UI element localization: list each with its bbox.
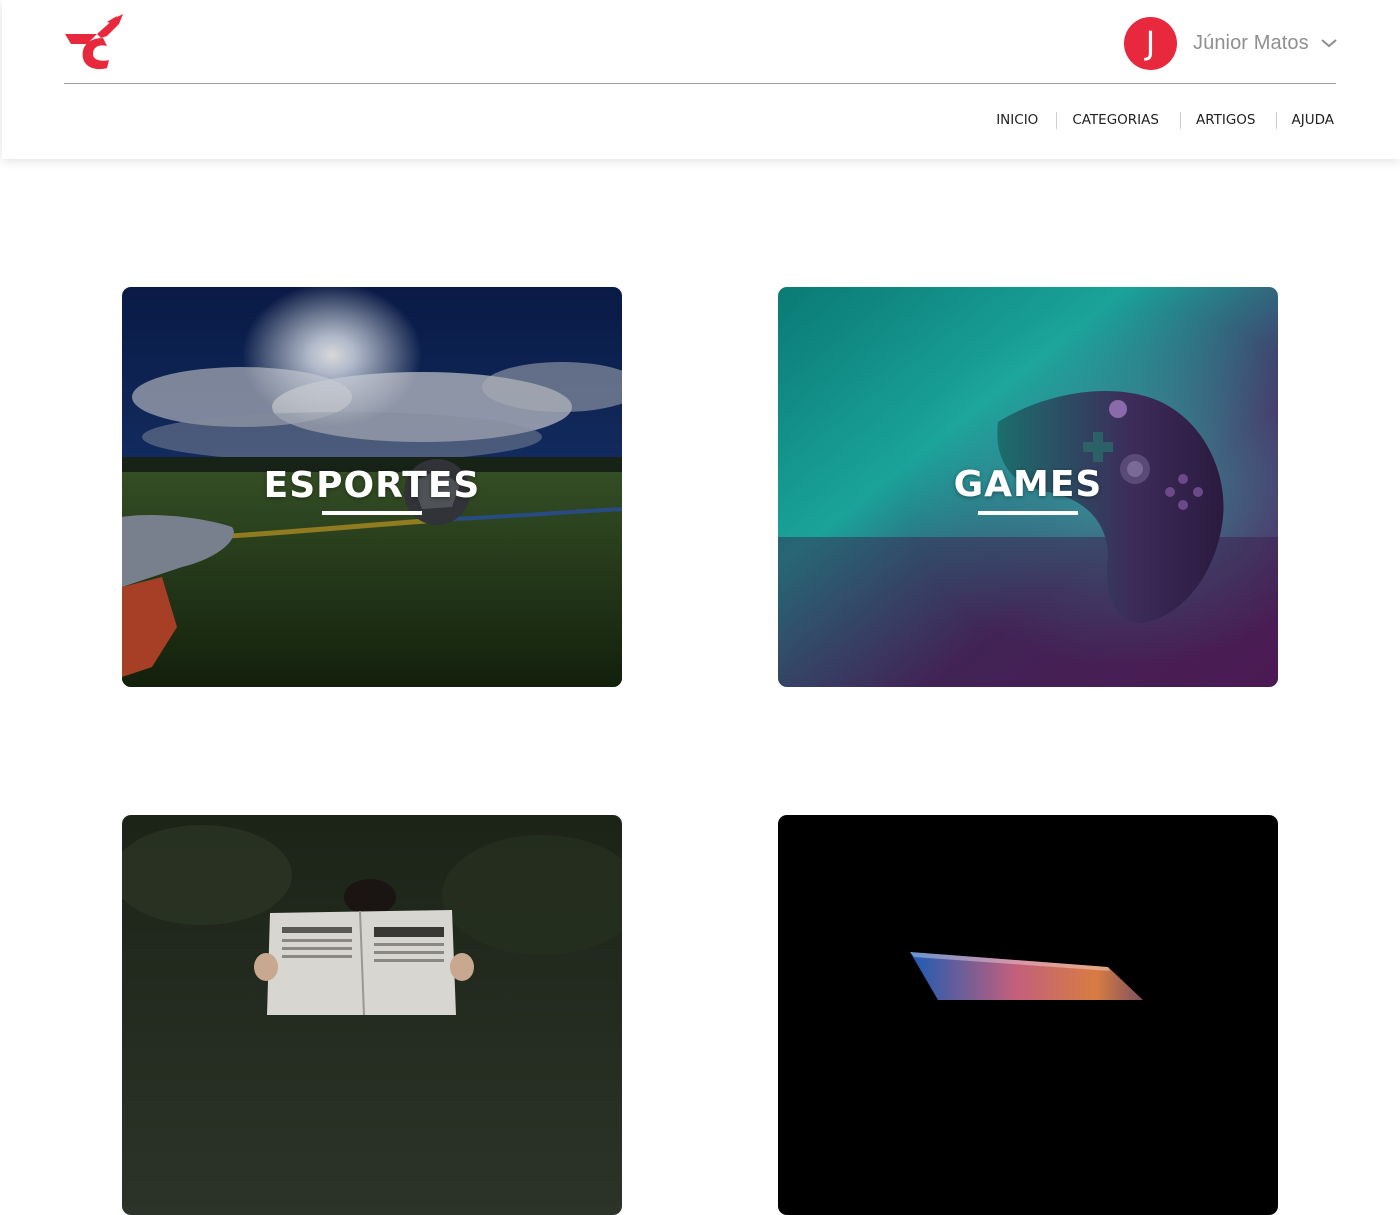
winged-c-logo[interactable] [63, 14, 125, 72]
nav-item-categorias[interactable]: CATEGORIAS [1072, 111, 1159, 129]
site-header: J Júnior Matos INICIO CATEGORIAS ARTIGOS… [2, 0, 1400, 159]
nav-separator [1179, 111, 1181, 129]
user-menu[interactable]: J Júnior Matos [1124, 16, 1337, 70]
user-name[interactable]: Júnior Matos [1193, 32, 1309, 55]
avatar[interactable]: J [1124, 16, 1177, 70]
category-title: ESPORTES [263, 465, 481, 506]
nav-separator [1056, 111, 1058, 129]
laptop-image [778, 815, 1278, 1215]
header-divider [64, 83, 1336, 84]
category-card-games[interactable]: GAMES [778, 287, 1278, 687]
category-card-esportes[interactable]: ESPORTES [122, 287, 622, 687]
title-underline [978, 511, 1078, 515]
newspaper-image [122, 815, 622, 1215]
title-underline [322, 511, 422, 515]
category-card-tech[interactable] [778, 815, 1278, 1215]
nav-item-artigos[interactable]: ARTIGOS [1196, 111, 1256, 129]
main-nav: INICIO CATEGORIAS ARTIGOS AJUDA [996, 111, 1334, 129]
nav-separator [1275, 111, 1277, 129]
nav-item-inicio[interactable]: INICIO [996, 111, 1038, 129]
category-card-news[interactable] [122, 815, 622, 1215]
nav-item-ajuda[interactable]: AJUDA [1292, 111, 1335, 129]
category-title: GAMES [953, 464, 1103, 505]
chevron-down-icon[interactable] [1321, 38, 1337, 48]
